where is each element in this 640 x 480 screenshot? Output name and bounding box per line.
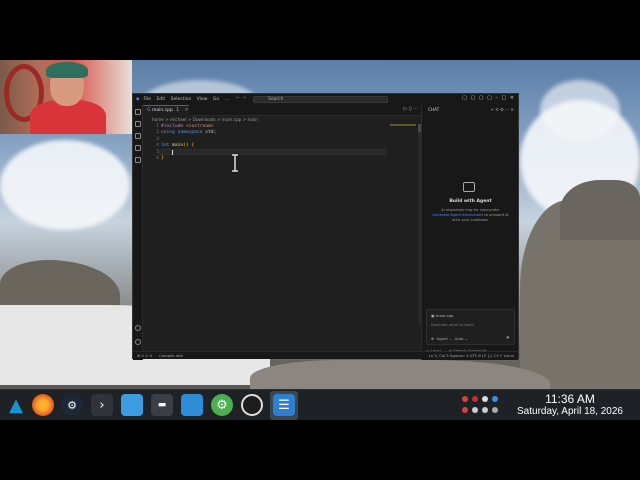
editor-actions[interactable]: ▷ ▯ ··· [403, 106, 418, 112]
firefox-icon[interactable] [32, 394, 54, 416]
window-controls[interactable]: ▢ ▢ ▢ ▢ – □ ✕ [462, 95, 515, 101]
search-icon[interactable] [135, 121, 141, 127]
clock[interactable]: 11:36 AM Saturday, April 18, 2026 [508, 392, 632, 418]
steam-icon[interactable]: ⚙ [61, 394, 83, 416]
code-editor-task-icon[interactable]: ☰ [273, 394, 295, 416]
chat-panel: CHAT + ⟲ ⚙ ··· ✕ Build with Agent AI res… [421, 105, 518, 360]
menu-file[interactable]: File [143, 97, 151, 102]
command-search-input[interactable]: Search [253, 96, 388, 103]
app-launcher-icon[interactable]: ▲ [5, 394, 27, 416]
line-number-gutter: 1 2 3 4 5 6 [156, 124, 159, 161]
tab-label: main.cpp [151, 108, 173, 113]
generate-instructions-link[interactable]: Generate Agent Instructions [432, 213, 483, 217]
breadcrumb[interactable]: home > michael > Downloads > main.cpp > … [143, 116, 421, 124]
nav-arrows[interactable]: ← → [236, 95, 246, 101]
tab-problem-badge: 1 [176, 108, 180, 113]
code-line-2: using namespace std; [161, 130, 217, 136]
mouse-ibeam-cursor-icon [232, 154, 238, 172]
title-bar: ◆ File Edit Selection View Go ... ← → Se… [133, 94, 518, 105]
context-file-chip[interactable]: ▣ main.cpp [431, 313, 453, 318]
minimap[interactable] [388, 124, 418, 344]
terminal-icon[interactable]: › [91, 394, 113, 416]
taskbar: ▲ ⚙ › ▬ ⚙ ☰ 11:36 AM Saturday, April 18,… [0, 389, 640, 420]
screen: ◆ File Edit Selection View Go ... ← → Se… [0, 0, 640, 480]
tray-warning-icon [462, 407, 468, 413]
editor-tabs: G main.cpp 1 ✕ [143, 105, 421, 116]
tray-blue-icon [492, 396, 498, 402]
obs-icon[interactable] [241, 394, 263, 416]
store-icon[interactable] [181, 394, 203, 416]
problems-indicator[interactable]: ⊗ 0 ⚠ 0 [137, 352, 152, 360]
compile-info[interactable]: Compile info [159, 352, 183, 360]
activity-bar [133, 105, 143, 360]
menu-more[interactable]: ... [225, 97, 229, 102]
close-tab-icon[interactable]: ✕ [185, 108, 189, 113]
tray-arrow-icon [492, 407, 498, 413]
chat-input-box[interactable]: ▣ main.cpp Describe what to build ⊕ Agen… [426, 309, 515, 345]
chat-header-actions[interactable]: + ⟲ ⚙ ··· ✕ [490, 105, 514, 114]
chat-input-placeholder[interactable]: Describe what to build [431, 322, 474, 327]
tray-network-icon [472, 407, 478, 413]
settings-gear-icon[interactable] [135, 339, 141, 345]
agent-description: AI responses may be inaccurate. Generate… [432, 208, 509, 222]
tab-main-cpp[interactable]: G main.cpp 1 ✕ [143, 105, 189, 116]
clock-time: 11:36 AM [545, 392, 595, 406]
status-bar: ⊗ 0 ⚠ 0 Compile info Ln 5, Col 5 Spaces:… [133, 351, 518, 359]
tray-record-icon [472, 396, 478, 402]
menu-selection[interactable]: Selection [171, 97, 192, 102]
file-manager-icon[interactable] [121, 394, 143, 416]
cpp-file-icon: G [147, 108, 151, 113]
tray-volume-icon [482, 407, 488, 413]
explorer-icon[interactable] [135, 109, 141, 115]
menu-bar: File Edit Selection View Go ... [139, 97, 228, 102]
menu-view[interactable]: View [197, 97, 208, 102]
code-line-6: } [161, 155, 164, 161]
agent-title: Build with Agent [449, 199, 492, 204]
system-tray[interactable] [460, 394, 504, 418]
account-icon[interactable] [135, 325, 141, 331]
menu-edit[interactable]: Edit [156, 97, 165, 102]
settings-icon[interactable]: ⚙ [211, 394, 233, 416]
tray-red-icon [462, 396, 468, 402]
clock-date: Saturday, April 18, 2026 [517, 406, 623, 417]
send-icon[interactable]: ➤ [506, 335, 510, 341]
system-monitor-icon[interactable]: ▬ [151, 394, 173, 416]
agent-chat-icon [463, 182, 475, 192]
code-area[interactable]: #include <iostream> using namespace std;… [161, 124, 216, 162]
webcam-overlay [0, 60, 132, 134]
source-control-icon[interactable] [135, 133, 141, 139]
tray-white-icon [482, 396, 488, 402]
run-debug-icon[interactable] [135, 145, 141, 151]
status-right-items[interactable]: Ln 5, Col 5 Spaces: 4 UTF-8 LF {} C++ Li… [429, 352, 514, 360]
code-editor-window: ◆ File Edit Selection View Go ... ← → Se… [132, 93, 519, 360]
menu-go[interactable]: Go [213, 97, 219, 102]
chat-controls[interactable]: ⊕ Agent ⌄ Auto ⌄ [431, 336, 468, 341]
extensions-icon[interactable] [135, 157, 141, 163]
